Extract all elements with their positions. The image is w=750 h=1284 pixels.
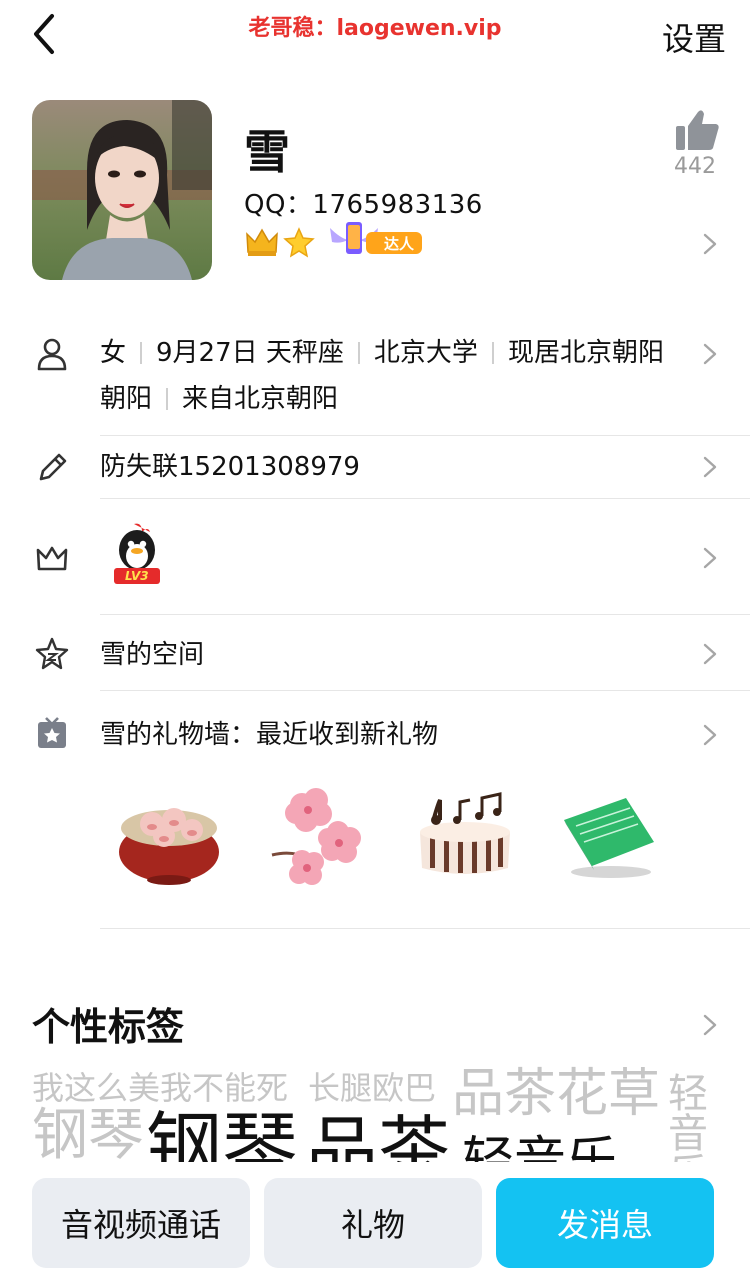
gift-wall-link[interactable]: 雪的礼物墙：最近收到新礼物 <box>100 712 438 758</box>
like-count: 442 <box>674 154 716 179</box>
separator <box>491 342 494 364</box>
birthday-text: 9月27日 天秤座 <box>156 338 344 368</box>
pig-bowl-gift-icon[interactable] <box>114 780 224 890</box>
district-text: 朝阳 <box>100 384 153 414</box>
av-call-button[interactable]: 音视频通话 <box>32 1178 250 1268</box>
location-text: 现居北京朝阳 <box>507 338 664 368</box>
chevron-right-icon[interactable] <box>702 342 718 366</box>
star-badge-icon <box>283 227 315 258</box>
settings-button[interactable]: 设置 <box>662 14 726 60</box>
send-message-button[interactable]: 发消息 <box>496 1178 714 1268</box>
avatar[interactable] <box>32 100 212 280</box>
profile-name: 雪 <box>244 125 290 179</box>
sakura-gift-icon[interactable] <box>262 780 372 890</box>
watermark-text: 老哥稳：laogewen.vip <box>248 16 502 41</box>
tag-item: 钢琴 <box>146 1103 298 1163</box>
divider <box>100 614 750 615</box>
pencil-icon <box>39 453 67 481</box>
bottom-action-bar: 音视频通话 礼物 发消息 <box>0 1162 750 1284</box>
tag-item: 轻音乐 <box>668 1071 708 1162</box>
music-cake-gift-icon[interactable] <box>410 780 520 890</box>
chevron-right-icon[interactable] <box>702 546 718 570</box>
chevron-right-icon[interactable] <box>702 455 718 479</box>
tag-item: 品茶 <box>306 1108 451 1162</box>
divider <box>100 928 750 929</box>
separator <box>357 342 360 364</box>
badges-row[interactable]: 达人 <box>244 218 434 262</box>
chevron-right-icon[interactable] <box>702 1013 718 1037</box>
tags-title: 个性标签 <box>32 1005 185 1049</box>
tag-item: 我这么美我不能死 <box>32 1069 289 1107</box>
separator <box>140 342 143 364</box>
space-link[interactable]: 雪的空间 <box>100 632 204 678</box>
expert-badge-label: 达人 <box>384 235 415 253</box>
signature-text[interactable]: 防失联15201308979 <box>100 444 360 490</box>
thumbs-up-icon <box>676 110 719 150</box>
tag-item: 品茶花草 <box>452 1064 661 1124</box>
birthday-card-gift-icon[interactable] <box>556 780 666 890</box>
tag-item: 长腿欧巴 <box>308 1069 437 1107</box>
divider <box>100 690 750 691</box>
divider <box>100 435 750 436</box>
top-bar: 老哥稳：laogewen.vip 设置 <box>0 0 750 80</box>
crown-badge-icon <box>246 228 278 256</box>
chevron-right-icon[interactable] <box>702 642 718 666</box>
tag-item: 钢琴 <box>32 1103 144 1163</box>
divider <box>100 498 750 499</box>
separator <box>166 388 169 410</box>
chevron-right-icon[interactable] <box>702 723 718 747</box>
chevron-right-icon[interactable] <box>702 232 718 256</box>
vip-level-label: LV3 <box>125 569 149 583</box>
basic-info-line2: 朝阳 来自北京朝阳 <box>100 376 338 422</box>
vip-level-badge[interactable]: LV3 <box>108 522 166 588</box>
person-icon <box>37 338 67 371</box>
like-button[interactable] <box>672 108 722 152</box>
qq-number: QQ：1765983136 <box>244 190 483 220</box>
tag-item: 轻音乐 <box>462 1132 619 1162</box>
gift-button[interactable]: 礼物 <box>264 1178 482 1268</box>
tag-cloud[interactable]: 我这么美我不能死 长腿欧巴 品茶花草 轻音乐 钢琴 钢琴 品茶 轻音乐 <box>0 1060 750 1162</box>
crown-icon <box>36 546 68 571</box>
basic-info[interactable]: 女9月27日 天秤座北京大学现居北京朝阳来自北京朝阳 <box>100 330 680 376</box>
star-icon <box>35 637 69 670</box>
gender-text: 女 <box>100 338 127 368</box>
school-text: 北京大学 <box>373 338 478 368</box>
hometown-text: 来自北京朝阳 <box>182 384 339 414</box>
gift-icon <box>38 717 66 748</box>
